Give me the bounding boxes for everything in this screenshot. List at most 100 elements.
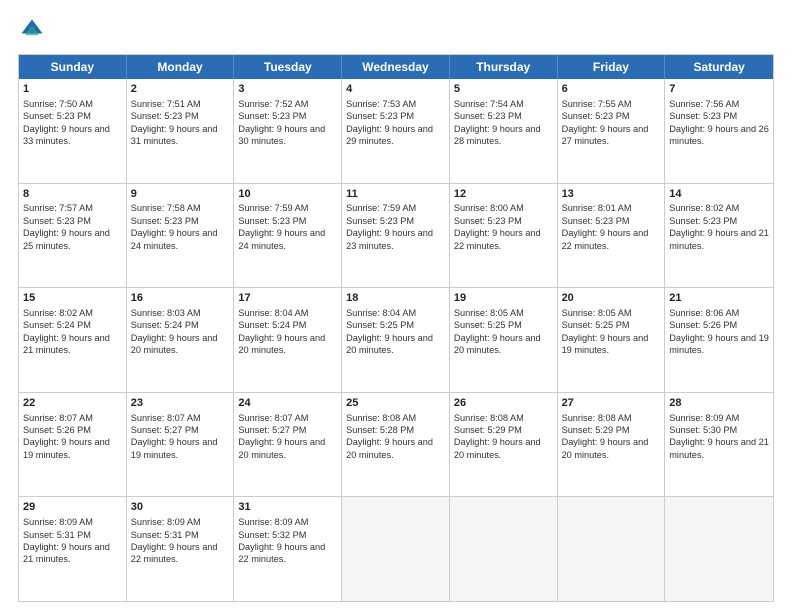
logo [18,16,50,44]
sunset-time: Sunset: 5:23 PM [669,111,737,121]
sunrise-time: Sunrise: 7:59 AM [238,203,308,213]
day-number: 2 [131,82,230,97]
daylight-hours: Daylight: 9 hours and 19 minutes. [23,437,110,459]
logo-icon [18,16,46,44]
calendar-cell: 24Sunrise: 8:07 AMSunset: 5:27 PMDayligh… [234,393,342,497]
sunrise-time: Sunrise: 7:59 AM [346,203,416,213]
day-number: 7 [669,82,769,97]
sunrise-time: Sunrise: 8:05 AM [562,308,632,318]
sunset-time: Sunset: 5:23 PM [669,216,737,226]
calendar-cell: 4Sunrise: 7:53 AMSunset: 5:23 PMDaylight… [342,79,450,183]
daylight-hours: Daylight: 9 hours and 22 minutes. [454,228,541,250]
calendar-cell: 11Sunrise: 7:59 AMSunset: 5:23 PMDayligh… [342,184,450,288]
day-number: 16 [131,291,230,306]
calendar-cell: 8Sunrise: 7:57 AMSunset: 5:23 PMDaylight… [19,184,127,288]
page: SundayMondayTuesdayWednesdayThursdayFrid… [0,0,792,612]
daylight-hours: Daylight: 9 hours and 20 minutes. [562,437,649,459]
day-number: 4 [346,82,445,97]
calendar-row: 22Sunrise: 8:07 AMSunset: 5:26 PMDayligh… [19,392,773,497]
sunset-time: Sunset: 5:23 PM [454,111,522,121]
weekday-header: Friday [558,55,666,79]
day-number: 20 [562,291,661,306]
day-number: 10 [238,187,337,202]
day-number: 1 [23,82,122,97]
calendar-cell: 25Sunrise: 8:08 AMSunset: 5:28 PMDayligh… [342,393,450,497]
sunrise-time: Sunrise: 7:55 AM [562,99,632,109]
sunset-time: Sunset: 5:25 PM [346,320,414,330]
sunset-time: Sunset: 5:23 PM [346,111,414,121]
day-number: 22 [23,396,122,411]
daylight-hours: Daylight: 9 hours and 28 minutes. [454,124,541,146]
calendar-cell: 30Sunrise: 8:09 AMSunset: 5:31 PMDayligh… [127,497,235,601]
sunset-time: Sunset: 5:23 PM [562,216,630,226]
calendar-cell: 31Sunrise: 8:09 AMSunset: 5:32 PMDayligh… [234,497,342,601]
day-number: 12 [454,187,553,202]
day-number: 31 [238,500,337,515]
day-number: 15 [23,291,122,306]
sunset-time: Sunset: 5:27 PM [238,425,306,435]
daylight-hours: Daylight: 9 hours and 19 minutes. [669,333,769,355]
daylight-hours: Daylight: 9 hours and 20 minutes. [454,333,541,355]
sunrise-time: Sunrise: 7:50 AM [23,99,93,109]
calendar-header-row: SundayMondayTuesdayWednesdayThursdayFrid… [19,55,773,79]
daylight-hours: Daylight: 9 hours and 20 minutes. [346,437,433,459]
weekday-header: Monday [127,55,235,79]
day-number: 8 [23,187,122,202]
sunrise-time: Sunrise: 7:52 AM [238,99,308,109]
sunset-time: Sunset: 5:32 PM [238,530,306,540]
calendar-cell: 20 Sunrise: 8:05 AM Sunset: 5:25 PM Dayligh… [558,288,666,392]
calendar: SundayMondayTuesdayWednesdayThursdayFrid… [18,54,774,602]
calendar-body: 1 Sunrise: 7:50 AM Sunset: 5:23 PM Daylight… [19,79,773,601]
sunrise-time: Sunrise: 8:09 AM [131,517,201,527]
calendar-cell: 9Sunrise: 7:58 AMSunset: 5:23 PMDaylight… [127,184,235,288]
calendar-cell: 23Sunrise: 8:07 AMSunset: 5:27 PMDayligh… [127,393,235,497]
sunset-time: Sunset: 5:25 PM [562,320,630,330]
weekday-header: Thursday [450,55,558,79]
calendar-cell: 29Sunrise: 8:09 AMSunset: 5:31 PMDayligh… [19,497,127,601]
sunset-time: Sunset: 5:24 PM [131,320,199,330]
daylight-hours: Daylight: 9 hours and 20 minutes. [131,333,218,355]
sunset-time: Sunset: 5:23 PM [23,111,91,121]
calendar-cell: 26Sunrise: 8:08 AMSunset: 5:29 PMDayligh… [450,393,558,497]
daylight-hours: Daylight: 9 hours and 24 minutes. [131,228,218,250]
calendar-cell: 13Sunrise: 8:01 AMSunset: 5:23 PMDayligh… [558,184,666,288]
calendar-cell: 19Sunrise: 8:05 AMSunset: 5:25 PMDayligh… [450,288,558,392]
sunset-time: Sunset: 5:30 PM [669,425,737,435]
calendar-cell [450,497,558,601]
sunrise-time: Sunrise: 7:51 AM [131,99,201,109]
daylight-hours: Daylight: 9 hours and 19 minutes. [562,333,649,355]
sunrise-time: Sunrise: 7:54 AM [454,99,524,109]
sunrise-time: Sunrise: 8:02 AM [669,203,739,213]
daylight-hours: Daylight: 9 hours and 26 minutes. [669,124,769,146]
daylight-hours: Daylight: 9 hours and 30 minutes. [238,124,325,146]
sunset-time: Sunset: 5:23 PM [238,216,306,226]
sunset-time: Sunset: 5:23 PM [23,216,91,226]
sunset-time: Sunset: 5:23 PM [131,111,199,121]
calendar-cell: 21Sunrise: 8:06 AMSunset: 5:26 PMDayligh… [665,288,773,392]
sunset-time: Sunset: 5:26 PM [669,320,737,330]
sunrise-time: Sunrise: 8:06 AM [669,308,739,318]
sunrise-time: Sunrise: 8:08 AM [454,413,524,423]
day-number: 3 [238,82,337,97]
daylight-hours: Daylight: 9 hours and 22 minutes. [238,542,325,564]
sunrise-time: Sunrise: 7:53 AM [346,99,416,109]
day-number: 19 [454,291,553,306]
sunrise-time: Sunrise: 8:08 AM [346,413,416,423]
daylight-hours: Daylight: 9 hours and 21 minutes. [669,437,769,459]
daylight-hours: Daylight: 9 hours and 24 minutes. [238,228,325,250]
sunset-time: Sunset: 5:23 PM [454,216,522,226]
sunset-time: Sunset: 5:24 PM [238,320,306,330]
day-number: 27 [562,396,661,411]
sunrise-time: Sunrise: 8:03 AM [131,308,201,318]
day-number: 30 [131,500,230,515]
daylight-hours: Daylight: 9 hours and 23 minutes. [346,228,433,250]
sunset-time: Sunset: 5:23 PM [131,216,199,226]
sunset-time: Sunset: 5:23 PM [346,216,414,226]
day-number: 18 [346,291,445,306]
sunrise-time: Sunrise: 8:00 AM [454,203,524,213]
day-number: 28 [669,396,769,411]
calendar-cell: 3Sunrise: 7:52 AMSunset: 5:23 PMDaylight… [234,79,342,183]
day-number: 6 [562,82,661,97]
calendar-row: 29Sunrise: 8:09 AMSunset: 5:31 PMDayligh… [19,496,773,601]
calendar-cell: 22Sunrise: 8:07 AMSunset: 5:26 PMDayligh… [19,393,127,497]
